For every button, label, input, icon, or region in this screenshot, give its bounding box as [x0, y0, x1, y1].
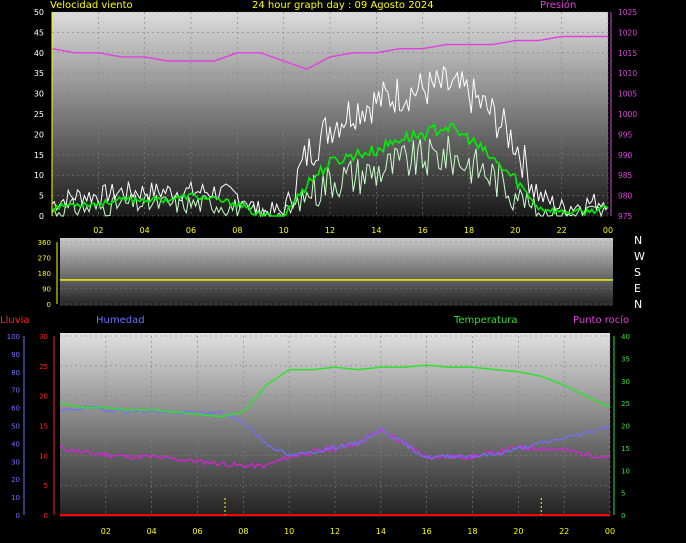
humidity-y-tick-label: 60: [11, 405, 20, 413]
temp-x-tick-label: 14: [376, 527, 386, 536]
pressure-y-tick-label: 1020: [618, 28, 637, 37]
rain-y-tick-label: 15: [39, 423, 48, 431]
temp-x-tick-label: 02: [101, 527, 111, 536]
temp-x-tick-label: 04: [147, 527, 157, 536]
temp-x-tick-label: 08: [238, 527, 248, 536]
wind-y-tick-label: 20: [34, 130, 44, 139]
pressure-y-tick-label: 995: [618, 130, 633, 139]
wind-x-tick-label: 14: [371, 226, 381, 235]
wind-x-tick-label: 00: [603, 226, 613, 235]
humidity-y-tick-label: 0: [16, 512, 20, 520]
wind-x-tick-label: 08: [232, 226, 242, 235]
wind-x-tick-label: 22: [557, 226, 567, 235]
temp-x-tick-label: 00: [605, 527, 615, 536]
pressure-y-tick-label: 985: [618, 171, 633, 180]
rain-y-tick-label: 25: [39, 363, 48, 371]
temperature-y-tick-label: 40: [621, 333, 630, 341]
temperature-y-tick-label: 20: [621, 423, 630, 431]
wind-x-tick-label: 18: [464, 226, 474, 235]
humidity-y-tick-label: 30: [11, 458, 20, 466]
direction-y-tick-label: 270: [38, 255, 51, 263]
pressure-y-tick-label: 1000: [618, 110, 637, 119]
wind-y-tick-label: 50: [34, 8, 44, 17]
temp-x-tick-label: 18: [467, 527, 477, 536]
wind-y-tick-label: 45: [34, 28, 44, 37]
temperature-y-tick-label: 0: [621, 512, 625, 520]
temp-x-tick-label: 12: [330, 527, 340, 536]
temp-x-tick-label: 10: [284, 527, 294, 536]
temp-x-tick-label: 22: [559, 527, 569, 536]
wind-y-tick-label: 10: [34, 171, 44, 180]
humidity-y-tick-label: 40: [11, 440, 20, 448]
wind-x-tick-label: 20: [510, 226, 520, 235]
wind-x-tick-label: 10: [279, 226, 289, 235]
temperature-y-tick-label: 35: [621, 355, 630, 363]
wind-x-tick-label: 12: [325, 226, 335, 235]
temp-x-tick-label: 20: [513, 527, 523, 536]
humidity-y-tick-label: 80: [11, 369, 20, 377]
direction-y-tick-label: 90: [42, 286, 51, 294]
pressure-y-tick-label: 1025: [618, 8, 637, 17]
wind-y-tick-label: 5: [39, 192, 44, 201]
rain-y-tick-label: 10: [39, 452, 48, 460]
pressure-y-tick-label: 990: [618, 151, 633, 160]
direction-y-tick-label: 360: [38, 239, 51, 247]
pressure-y-tick-label: 1005: [618, 90, 637, 99]
rain-y-tick-label: 20: [39, 393, 48, 401]
rain-y-tick-label: 5: [44, 482, 48, 490]
direction-y-tick-label: 0: [47, 301, 51, 309]
wind-x-tick-label: 04: [140, 226, 150, 235]
humidity-y-tick-label: 20: [11, 476, 20, 484]
humidity-y-tick-label: 90: [11, 351, 20, 359]
wind-y-tick-label: 40: [34, 49, 44, 58]
humidity-y-tick-label: 50: [11, 423, 20, 431]
wind-y-tick-label: 35: [34, 69, 44, 78]
rain-y-tick-label: 0: [44, 512, 48, 520]
temperature-y-tick-label: 5: [621, 490, 625, 498]
wind-x-tick-label: 06: [186, 226, 196, 235]
direction-y-tick-label: 180: [38, 270, 51, 278]
temperature-y-tick-label: 15: [621, 445, 630, 453]
humidity-y-tick-label: 70: [11, 387, 20, 395]
pressure-y-tick-label: 980: [618, 192, 633, 201]
wind-y-tick-label: 15: [34, 151, 44, 160]
pressure-y-tick-label: 1010: [618, 69, 637, 78]
temperature-y-tick-label: 10: [621, 467, 630, 475]
pressure-y-tick-label: 975: [618, 212, 633, 221]
wind-y-tick-label: 0: [39, 212, 44, 221]
humidity-y-tick-label: 10: [11, 494, 20, 502]
temperature-y-tick-label: 30: [621, 378, 630, 386]
pressure-y-tick-label: 1015: [618, 49, 637, 58]
temp-x-tick-label: 16: [422, 527, 432, 536]
wind-y-tick-label: 30: [34, 90, 44, 99]
temperature-y-tick-label: 25: [621, 400, 630, 408]
wind-x-tick-label: 02: [93, 226, 103, 235]
wind-y-tick-label: 25: [34, 110, 44, 119]
wind-x-tick-label: 16: [418, 226, 428, 235]
humidity-y-tick-label: 100: [7, 333, 20, 341]
weather-charts: 0510152025303540455097598098599099510001…: [7, 8, 638, 536]
rain-y-tick-label: 30: [39, 333, 48, 341]
temp-x-tick-label: 06: [192, 527, 202, 536]
temp-panel-background: [60, 333, 610, 517]
direction-panel-background: [60, 238, 613, 306]
